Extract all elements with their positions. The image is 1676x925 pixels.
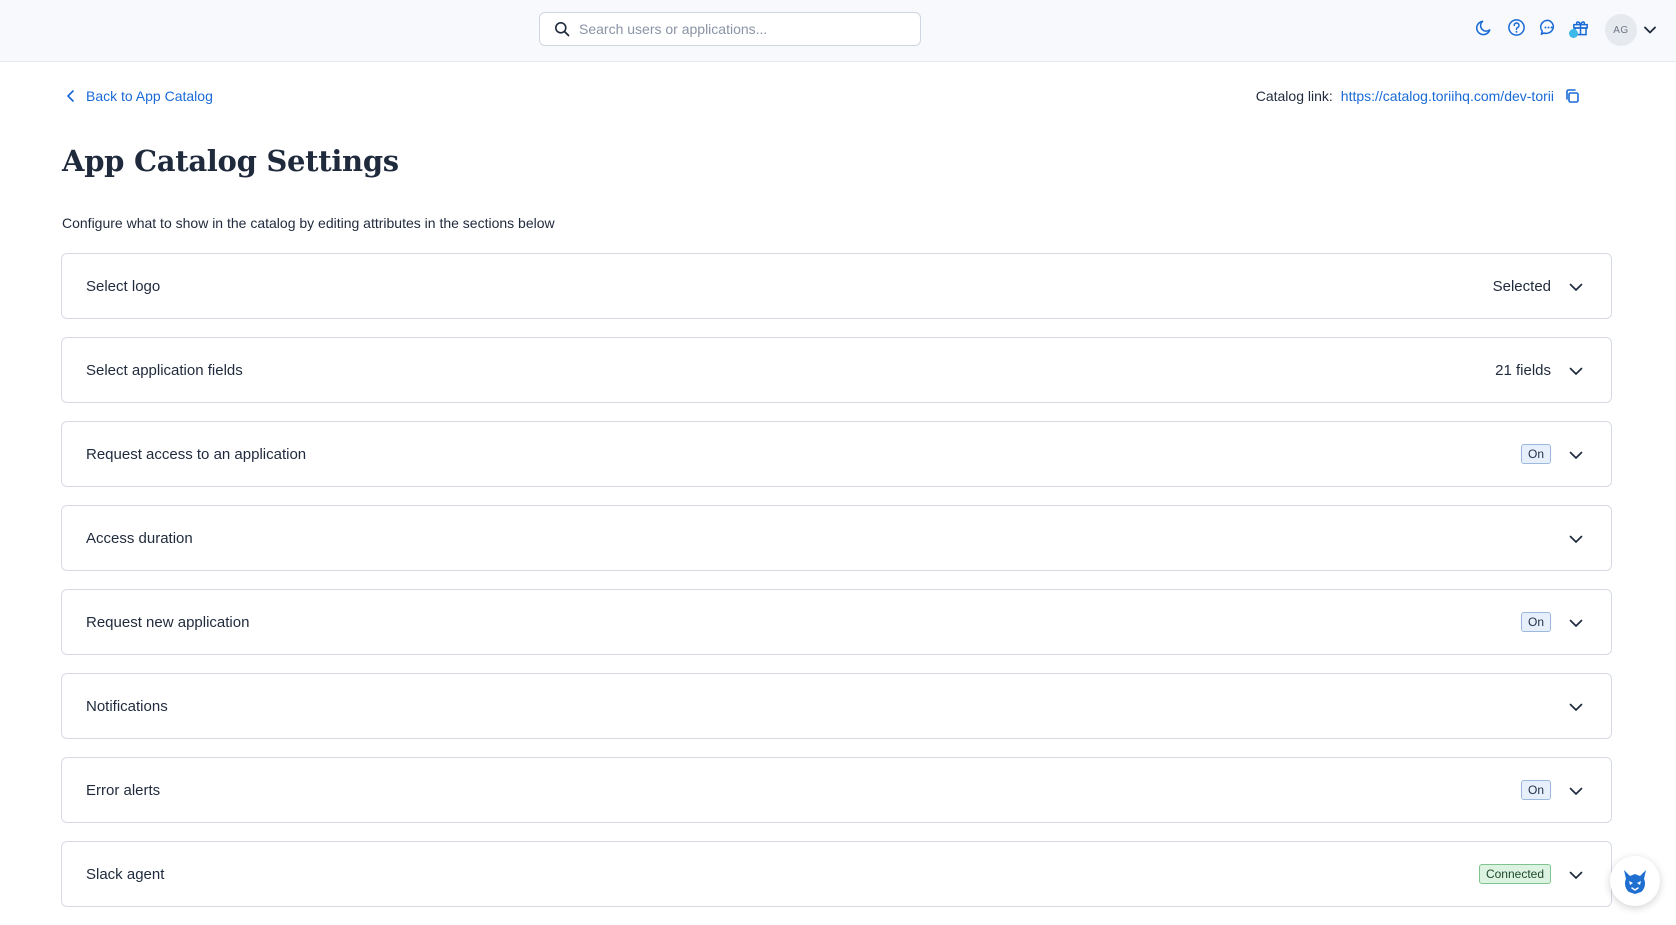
settings-sections: Select logo Selected Select application … bbox=[61, 253, 1612, 925]
top-bar: AG bbox=[0, 0, 1676, 62]
section-title: Notifications bbox=[86, 697, 168, 715]
catalog-link-label: Catalog link: bbox=[1255, 88, 1333, 104]
torii-mascot-icon bbox=[1624, 870, 1646, 894]
section-title: Select logo bbox=[86, 277, 161, 295]
page-subtitle: Configure what to show in the catalog by… bbox=[62, 215, 555, 231]
chevron-down-icon[interactable] bbox=[1567, 866, 1585, 884]
search-input[interactable] bbox=[579, 21, 899, 37]
section-slack-agent[interactable]: Slack agent Connected bbox=[61, 841, 1612, 907]
back-link-label: Back to App Catalog bbox=[86, 88, 213, 104]
whats-new-button[interactable] bbox=[1569, 16, 1591, 38]
section-title: Request new application bbox=[86, 613, 250, 631]
header-icons bbox=[1473, 16, 1601, 38]
status-badge: On bbox=[1520, 444, 1551, 464]
copy-icon[interactable] bbox=[1564, 88, 1580, 104]
chevron-down-icon[interactable] bbox=[1642, 22, 1658, 38]
assistant-button[interactable] bbox=[1610, 856, 1660, 906]
section-title: Select application fields bbox=[86, 361, 243, 379]
chevron-down-icon[interactable] bbox=[1567, 782, 1585, 800]
catalog-link-url[interactable]: https://catalog.toriihq.com/dev-torii bbox=[1341, 88, 1554, 104]
section-access-duration[interactable]: Access duration bbox=[61, 505, 1612, 571]
chevron-left-icon bbox=[67, 90, 74, 102]
connected-badge: Connected bbox=[1478, 864, 1551, 884]
back-to-catalog-link[interactable]: Back to App Catalog bbox=[64, 88, 213, 104]
chat-icon bbox=[1539, 19, 1554, 35]
catalog-link: Catalog link: https://catalog.toriihq.co… bbox=[1256, 88, 1580, 104]
section-title: Slack agent bbox=[86, 865, 165, 883]
section-select-logo[interactable]: Select logo Selected bbox=[61, 253, 1612, 319]
section-title: Access duration bbox=[86, 529, 193, 547]
section-error-alerts[interactable]: Error alerts On bbox=[61, 757, 1612, 823]
section-title: Error alerts bbox=[86, 781, 161, 799]
chevron-down-icon[interactable] bbox=[1567, 530, 1585, 548]
help-button[interactable] bbox=[1505, 16, 1527, 38]
chat-button[interactable] bbox=[1537, 16, 1559, 38]
chevron-down-icon[interactable] bbox=[1567, 278, 1585, 296]
section-select-application-fields[interactable]: Select application fields 21 fields bbox=[61, 337, 1612, 403]
chevron-down-icon[interactable] bbox=[1567, 698, 1585, 716]
search-box[interactable] bbox=[539, 12, 921, 46]
section-status: Selected bbox=[1492, 277, 1551, 295]
section-notifications[interactable]: Notifications bbox=[61, 673, 1612, 739]
chevron-down-icon[interactable] bbox=[1567, 614, 1585, 632]
status-badge: On bbox=[1520, 780, 1551, 800]
dark-mode-button[interactable] bbox=[1473, 16, 1495, 38]
chevron-down-icon[interactable] bbox=[1567, 362, 1585, 380]
avatar[interactable]: AG bbox=[1605, 14, 1637, 46]
search-icon bbox=[555, 22, 570, 37]
section-status: 21 fields bbox=[1495, 361, 1551, 379]
help-icon bbox=[1507, 18, 1525, 36]
status-badge: On bbox=[1520, 612, 1551, 632]
page-title: App Catalog Settings bbox=[62, 144, 399, 178]
chevron-down-icon[interactable] bbox=[1567, 446, 1585, 464]
section-request-new-application[interactable]: Request new application On bbox=[61, 589, 1612, 655]
section-request-access[interactable]: Request access to an application On bbox=[61, 421, 1612, 487]
moon-icon bbox=[1475, 20, 1490, 35]
notification-dot bbox=[1569, 29, 1578, 38]
section-title: Request access to an application bbox=[86, 445, 307, 463]
